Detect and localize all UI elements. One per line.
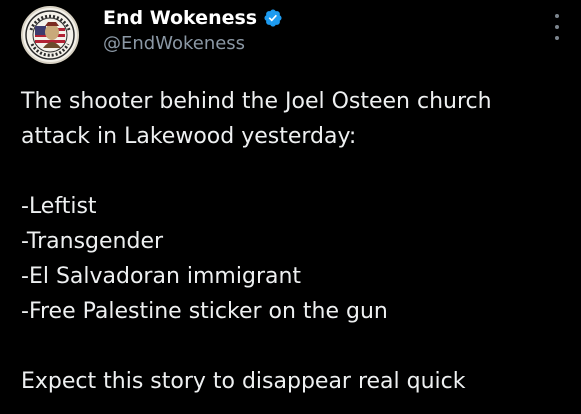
author-handle[interactable]: @EndWokeness bbox=[103, 33, 245, 54]
tweet-line: attack in Lakewood yesterday: bbox=[21, 124, 357, 149]
author-avatar[interactable] bbox=[21, 6, 79, 64]
author-name-row: End Wokeness bbox=[103, 4, 283, 32]
tweet-body: The shooter behind the Joel Osteen churc… bbox=[21, 84, 576, 399]
tweet-line: -Free Palestine sticker on the gun bbox=[21, 299, 388, 324]
tweet-line: Expect this story to disappear real quic… bbox=[21, 369, 466, 394]
tweet-line: The shooter behind the Joel Osteen churc… bbox=[21, 89, 492, 114]
tweet-line: -El Salvadoran immigrant bbox=[21, 264, 302, 289]
tweet-card: End Wokeness @EndWokeness The shooter be… bbox=[0, 0, 581, 414]
more-dot bbox=[555, 25, 559, 29]
tweet-line: -Transgender bbox=[21, 229, 164, 254]
verified-badge-icon[interactable] bbox=[263, 8, 283, 28]
author-display-name[interactable]: End Wokeness bbox=[103, 7, 257, 29]
patriot-emblem-icon bbox=[24, 9, 76, 61]
tweet-line: -Leftist bbox=[21, 194, 97, 219]
more-dot bbox=[555, 36, 559, 40]
more-options-icon[interactable] bbox=[551, 14, 563, 40]
more-dot bbox=[555, 14, 559, 18]
